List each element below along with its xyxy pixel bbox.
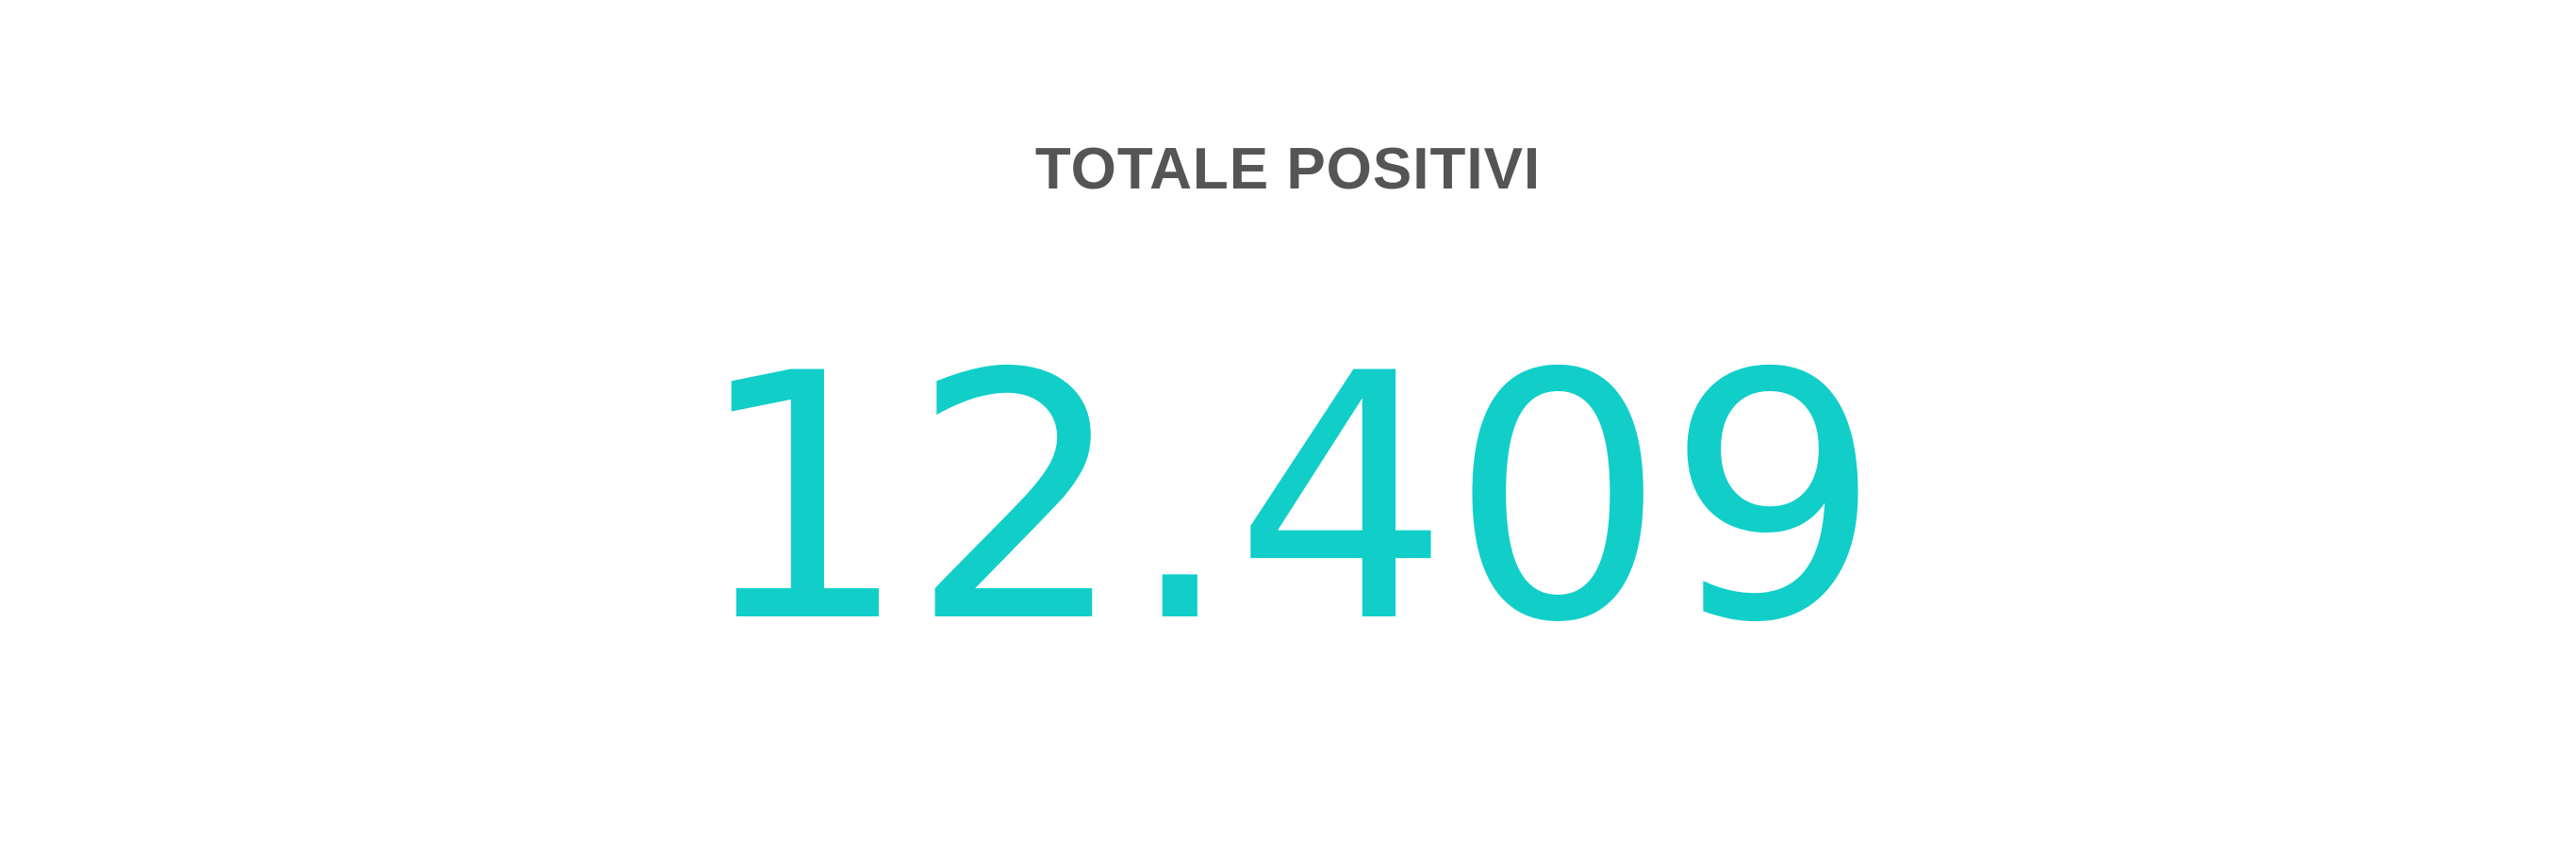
- stat-title: TOTALE POSITIVI: [1034, 137, 1542, 202]
- stat-value: 12.409: [694, 302, 1882, 696]
- stat-card: TOTALE POSITIVI 12.409: [0, 0, 2576, 852]
